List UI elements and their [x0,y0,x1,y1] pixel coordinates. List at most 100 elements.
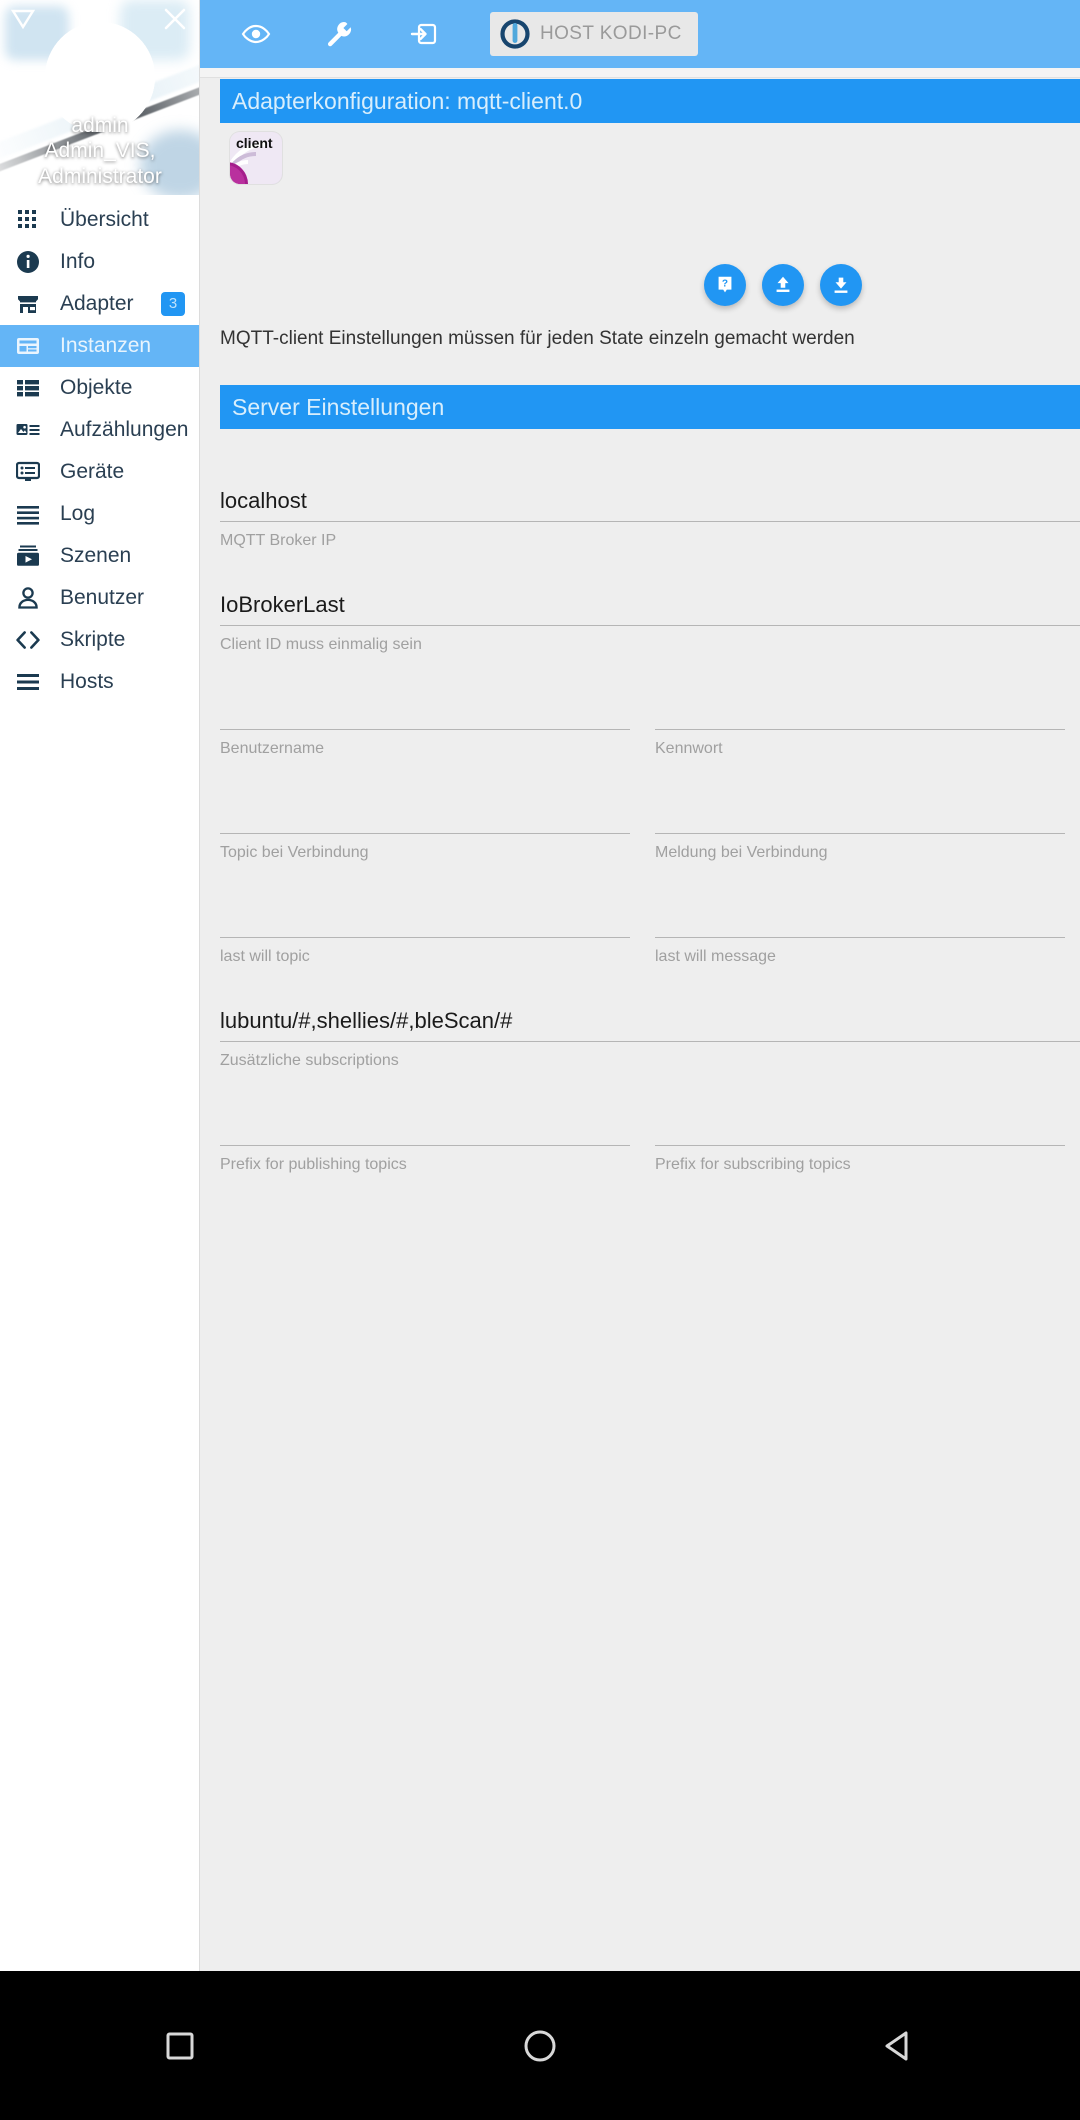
form-field[interactable]: localhost MQTT Broker IP [220,448,1080,552]
back-button[interactable] [840,2006,960,2086]
field-label: last will topic [220,948,310,965]
person-icon [16,585,50,611]
field-value[interactable]: IoBrokerLast [220,592,345,618]
sidebar-nav-list: Übersicht Info Adapter 3 Instanzen Objekte Auf… [0,195,199,703]
field-underline [655,729,1065,730]
form-field[interactable]: Benutzername [220,656,630,760]
sidebar-item-aufz-hlungen[interactable]: Aufzählungen [0,409,199,451]
top-toolbar: HOST KODI-PC [200,0,1080,68]
settings-form: localhost MQTT Broker IP IoBrokerLast Clien… [200,448,1080,1176]
form-field[interactable]: Prefix for publishing topics [220,1072,630,1176]
form-field[interactable]: Prefix for subscribing topics [655,1072,1065,1176]
field-underline [220,521,1080,522]
sidebar-item-hosts[interactable]: Hosts [0,661,199,703]
home-button[interactable] [480,2006,600,2086]
sidebar-item-label: Aufzählungen [60,418,189,441]
sidebar-item--bersicht[interactable]: Übersicht [0,199,199,241]
help-question-icon: ? [718,276,732,293]
download-config-button[interactable] [820,264,862,306]
sidebar-item-label: Adapter [60,292,134,315]
sidebar-item-label: Skripte [60,628,126,651]
host-selector-chip[interactable]: HOST KODI-PC [490,12,698,56]
field-label: Benutzername [220,740,325,757]
sidebar-item-label: Hosts [60,670,114,693]
sidebar-item-label: Übersicht [60,208,149,231]
form-field[interactable]: last will message [655,864,1065,968]
form-field[interactable]: IoBrokerLast Client ID muss einmalig sein [220,552,1080,656]
recents-button[interactable] [120,2006,240,2086]
info-circle-icon [16,249,50,275]
store-front-icon [16,291,50,317]
section-header-server-settings: Server Einstellungen [220,385,1080,429]
field-underline [220,729,630,730]
iobroker-admin-app: admin Admin_VIS, Administrator Übersicht… [0,0,1080,2120]
sidebar-item-label: Geräte [60,460,125,483]
form-field[interactable]: Meldung bei Verbindung [655,760,1065,864]
adapter-config-title-bar: Adapterkonfiguration: mqtt-client.0 [220,79,1080,123]
list-table-icon [16,375,50,401]
sidebar-user-header: admin Admin_VIS, Administrator [0,0,199,195]
mqtt-client-adapter-icon: client [230,132,282,184]
android-navigation-bar [0,1971,1080,2120]
sidebar-item-benutzer[interactable]: Benutzer [0,577,199,619]
sidebar-item-label: Szenen [60,544,132,567]
field-label: last will message [655,948,776,965]
sidebar-item-instanzen[interactable]: Instanzen [0,325,199,367]
upload-config-button[interactable] [762,264,804,306]
expert-mode-button[interactable] [228,6,284,62]
avatar-head [84,44,116,75]
sidebar-item-skripte[interactable]: Skripte [0,619,199,661]
field-underline [220,937,630,938]
field-value[interactable]: localhost [220,488,307,514]
sidebar-item-label: Info [60,250,96,273]
play-scene-icon [16,543,50,569]
field-underline [220,1145,630,1146]
field-underline [220,625,1080,626]
field-label: Zusätzliche subscriptions [220,1052,399,1069]
upload-arrow-icon [776,276,790,292]
sidebar-item-objekte[interactable]: Objekte [0,367,199,409]
user-role-line-1: Admin_VIS, [44,139,156,162]
form-field[interactable]: lubuntu/#,shellies/#,bleScan/# Zusätzlich… [220,968,1080,1072]
code-brackets-icon [16,627,50,653]
sidebar-item-log[interactable]: Log [0,493,199,535]
field-value[interactable]: lubuntu/#,shellies/#,bleScan/# [220,1008,512,1034]
image-list-icon [16,417,50,443]
field-label: MQTT Broker IP [220,532,337,549]
triangle-back-icon [885,2031,908,2060]
settings-button[interactable] [312,6,368,62]
sidebar-item-adapter[interactable]: Adapter 3 [0,283,199,325]
field-underline [655,1145,1065,1146]
user-name: admin [71,114,129,137]
sidebar-item-label: Benutzer [60,586,145,609]
sidebar-item-szenen[interactable]: Szenen [0,535,199,577]
field-label: Topic bei Verbindung [220,844,369,861]
form-field[interactable]: Topic bei Verbindung [220,760,630,864]
collapse-triangle-icon[interactable] [9,5,37,33]
sidebar-item-info[interactable]: Info [0,241,199,283]
sidebar-item-label: Objekte [60,376,133,399]
circle-home-icon [524,2030,556,2061]
login-arrow-icon [410,23,437,45]
hosts-lines-icon [16,669,50,695]
form-field[interactable]: last will topic [220,864,630,968]
device-monitor-icon [16,459,50,485]
adapter-icon-text: client [236,135,273,151]
close-icon[interactable] [160,4,190,34]
sidebar-item-label: Log [60,502,96,525]
instance-card-icon [16,333,50,359]
adapter-hint-text: MQTT-client Einstellungen müssen für jed… [220,328,855,349]
field-underline [220,833,630,834]
hamburger-lines-icon [16,501,50,527]
help-button[interactable]: ? [704,264,746,306]
sidebar-item-ger-te[interactable]: Geräte [0,451,199,493]
field-underline [220,1041,1080,1042]
page-title: Adapterkonfiguration: mqtt-client.0 [232,87,583,114]
download-arrow-icon [834,277,848,293]
user-role-line-2: Administrator [38,165,162,188]
config-action-buttons: ? [704,264,862,306]
content-top-divider [200,68,1080,78]
svg-text:?: ? [722,278,728,289]
logout-button[interactable] [396,6,452,62]
form-field[interactable]: Kennwort [655,656,1065,760]
